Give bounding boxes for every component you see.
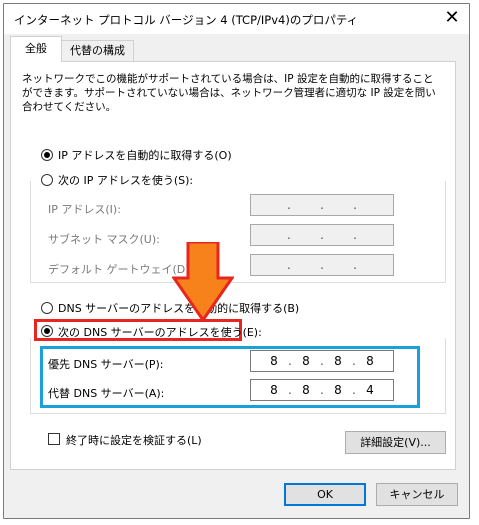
ip-address-field[interactable]: . . . — [250, 194, 394, 216]
subnet-mask-field[interactable]: . . . — [250, 224, 394, 246]
validate-checkbox[interactable] — [48, 433, 60, 445]
subnet-mask-label: サブネット マスク(U): — [48, 233, 160, 246]
close-icon[interactable]: ✕ — [439, 6, 465, 30]
preferred-dns-octet: 8 — [302, 354, 310, 368]
validate-label[interactable]: 終了時に設定を検証する(L) — [66, 432, 202, 448]
alternate-dns-octet: 8 — [334, 383, 342, 397]
default-gateway-field[interactable]: . . . — [250, 254, 394, 276]
preferred-dns-octet: 8 — [270, 354, 278, 368]
dns-auto-radio[interactable] — [41, 302, 53, 314]
ok-button[interactable]: OK — [284, 483, 366, 506]
preferred-dns-field[interactable]: 8. 8. 8. 8 — [250, 350, 394, 372]
preferred-dns-octet: 8 — [334, 354, 342, 368]
alternate-dns-octet: 8 — [270, 383, 278, 397]
preferred-dns-label: 優先 DNS サーバー(P): — [48, 358, 164, 371]
ip-auto-radio[interactable] — [41, 149, 53, 161]
title-bar[interactable]: インターネット プロトコル バージョン 4 (TCP/IPv4)のプロパティ ✕ — [4, 4, 469, 34]
ip-auto-label[interactable]: IP アドレスを自動的に取得する(O) — [58, 147, 232, 163]
tab-alternate-config[interactable]: 代替の構成 — [62, 40, 134, 61]
ip-address-label: IP アドレス(I): — [48, 203, 121, 216]
ip-manual-radio[interactable] — [41, 174, 53, 186]
down-arrow-annotation — [172, 242, 234, 322]
alternate-dns-field[interactable]: 8. 8. 8. 4 — [250, 379, 394, 401]
tab-general[interactable]: 全般 — [10, 36, 62, 62]
dns-manual-label[interactable]: 次の DNS サーバーのアドレスを使う(E): — [58, 324, 262, 340]
preferred-dns-octet: 8 — [366, 354, 374, 368]
advanced-button[interactable]: 詳細設定(V)... — [345, 431, 446, 454]
dns-manual-radio[interactable] — [41, 325, 53, 337]
alternate-dns-label: 代替 DNS サーバー(A): — [48, 387, 165, 400]
description-text: ネットワークでこの機能がサポートされている場合は、IP 設定を自動的に取得するこ… — [22, 73, 436, 113]
alternate-dns-octet: 8 — [302, 383, 310, 397]
ip-manual-label[interactable]: 次の IP アドレスを使う(S): — [58, 172, 193, 188]
cancel-button[interactable]: キャンセル — [376, 483, 458, 506]
window-title: インターネット プロトコル バージョン 4 (TCP/IPv4)のプロパティ — [14, 13, 359, 27]
alternate-dns-octet: 4 — [366, 383, 374, 397]
